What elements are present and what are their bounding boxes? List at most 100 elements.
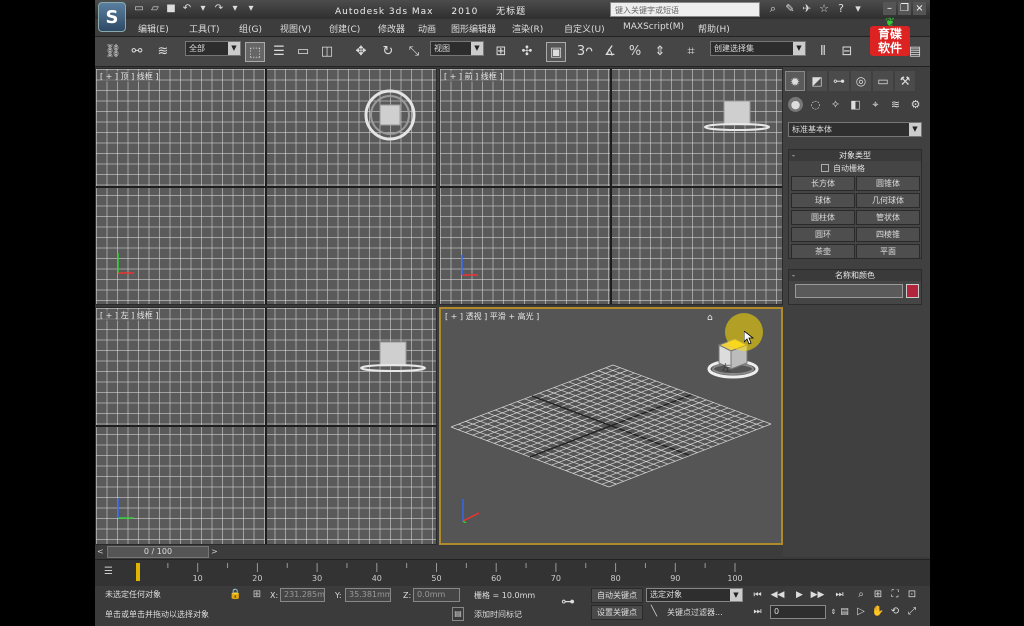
lights-icon[interactable]: ✧ bbox=[828, 97, 843, 112]
geometry-icon[interactable]: ● bbox=[788, 97, 803, 112]
play-icon[interactable]: ▶ bbox=[792, 588, 807, 602]
previous-frame-icon[interactable]: ◀◀ bbox=[770, 588, 785, 602]
new-file-icon[interactable]: ▭ bbox=[133, 3, 145, 15]
menu-maxscript[interactable]: MAXScript(M) bbox=[623, 22, 684, 32]
go-to-start-icon[interactable]: ⏮ bbox=[750, 588, 765, 602]
minimize-icon[interactable]: – bbox=[883, 2, 896, 15]
quick-access-menu-icon[interactable]: ▾ bbox=[245, 3, 257, 15]
viewport-left[interactable]: [ + ] 左 ] 线框 ] bbox=[95, 307, 437, 545]
pyramid-button[interactable]: 四棱锥 bbox=[856, 227, 920, 242]
object-type-header[interactable]: - 对象类型 bbox=[789, 150, 921, 161]
create-tab-icon[interactable]: ✹ bbox=[785, 71, 805, 91]
selection-set-dropdown[interactable]: 选定对象 ▼ bbox=[646, 588, 743, 602]
mirror-icon[interactable]: ⫴ bbox=[813, 42, 833, 62]
named-selection-dropdown[interactable]: 创建选择集 ▼ bbox=[710, 41, 806, 56]
menu-modifiers[interactable]: 修改器 bbox=[378, 22, 405, 35]
hierarchy-tab-icon[interactable]: ⊶ bbox=[829, 71, 849, 91]
subscription-icon[interactable]: ✎ bbox=[784, 2, 796, 16]
undo-dropdown-icon[interactable]: ▾ bbox=[197, 3, 209, 15]
menu-tools[interactable]: 工具(T) bbox=[189, 22, 220, 35]
x-coordinate-field[interactable]: 231.285mm bbox=[280, 588, 325, 602]
shapes-icon[interactable]: ◌ bbox=[808, 97, 823, 112]
object-name-input[interactable] bbox=[795, 284, 903, 298]
app-logo-button[interactable]: S bbox=[98, 2, 126, 32]
snaps-toggle-icon[interactable]: 3ᴖ bbox=[575, 42, 595, 62]
bind-space-warp-icon[interactable]: ≋ bbox=[153, 42, 173, 62]
reference-coord-dropdown[interactable]: 视图 ▼ bbox=[430, 41, 484, 56]
viewport-front-label[interactable]: [ + ] 前 ] 线框 ] bbox=[444, 71, 503, 82]
menu-create[interactable]: 创建(C) bbox=[329, 22, 360, 35]
viewport-top[interactable]: [ + ] 顶 ] 线框 ] bbox=[95, 68, 437, 305]
motion-tab-icon[interactable]: ◎ bbox=[851, 71, 871, 91]
pivot-center-icon[interactable]: ⊞ bbox=[491, 42, 511, 62]
plane-button[interactable]: 平面 bbox=[856, 244, 920, 259]
viewport-left-label[interactable]: [ + ] 左 ] 线框 ] bbox=[100, 310, 159, 321]
angle-snap-icon[interactable]: ∡ bbox=[600, 42, 620, 62]
redo-dropdown-icon[interactable]: ▾ bbox=[229, 3, 241, 15]
move-icon[interactable]: ✥ bbox=[351, 42, 371, 62]
menu-group[interactable]: 组(G) bbox=[239, 22, 262, 35]
undo-icon[interactable]: ↶ bbox=[181, 3, 193, 15]
viewport-top-label[interactable]: [ + ] 顶 ] 线框 ] bbox=[100, 71, 159, 82]
next-frame-icon[interactable]: ▶▶ bbox=[810, 588, 825, 602]
selection-filter-dropdown[interactable]: 全部 ▼ bbox=[185, 41, 241, 56]
zoom-icon[interactable]: ⌕ bbox=[854, 588, 868, 602]
zoom-extents-all-icon[interactable]: ⊡ bbox=[905, 588, 919, 602]
y-coordinate-field[interactable]: 35.381mm bbox=[345, 588, 391, 602]
menu-help[interactable]: 帮助(H) bbox=[698, 22, 730, 35]
select-manipulate-icon[interactable]: ✣ bbox=[517, 42, 537, 62]
spinner-snap-icon[interactable]: ⇕ bbox=[650, 42, 670, 62]
maximize-viewport-icon[interactable]: ⤢ bbox=[905, 605, 919, 619]
auto-key-button[interactable]: 自动关键点 bbox=[591, 588, 643, 603]
window-crossing-icon[interactable]: ◫ bbox=[317, 42, 337, 62]
edit-named-selection-icon[interactable]: ⌗ bbox=[681, 42, 701, 62]
space-warps-icon[interactable]: ≋ bbox=[888, 97, 903, 112]
go-to-end-icon[interactable]: ⏭ bbox=[832, 588, 847, 602]
menu-graph-editors[interactable]: 图形编辑器 bbox=[451, 22, 496, 35]
menu-rendering[interactable]: 渲染(R) bbox=[512, 22, 543, 35]
time-tag-icon[interactable]: ▤ bbox=[452, 607, 464, 621]
teapot-button[interactable]: 茶壶 bbox=[791, 244, 855, 259]
select-and-link-icon[interactable]: ⛓ bbox=[103, 42, 123, 62]
save-icon[interactable]: ■ bbox=[165, 3, 177, 15]
help-dropdown-icon[interactable]: ▾ bbox=[852, 2, 864, 16]
menu-customize[interactable]: 自定义(U) bbox=[564, 22, 605, 35]
time-slider-prev[interactable]: < bbox=[97, 547, 105, 557]
pan-icon[interactable]: ✋ bbox=[871, 605, 885, 619]
modify-tab-icon[interactable]: ◩ bbox=[807, 71, 827, 91]
current-frame-marker[interactable] bbox=[136, 563, 140, 581]
cameras-icon[interactable]: ◧ bbox=[848, 97, 863, 112]
select-by-name-icon[interactable]: ☰ bbox=[269, 42, 289, 62]
align-icon[interactable]: ⊟ bbox=[837, 42, 857, 62]
redo-icon[interactable]: ↷ bbox=[213, 3, 225, 15]
geosphere-button[interactable]: 几何球体 bbox=[856, 193, 920, 208]
select-object-icon[interactable]: ⬚ bbox=[245, 42, 265, 62]
key-mode-icon[interactable]: ⏭ bbox=[750, 605, 765, 619]
scale-icon[interactable]: ⤡ bbox=[404, 42, 424, 62]
rotate-icon[interactable]: ↻ bbox=[378, 42, 398, 62]
menu-animation[interactable]: 动画 bbox=[418, 22, 436, 35]
menu-views[interactable]: 视图(V) bbox=[280, 22, 311, 35]
time-slider-next[interactable]: > bbox=[211, 547, 219, 557]
cone-button[interactable]: 圆锥体 bbox=[856, 176, 920, 191]
helpers-icon[interactable]: ⌖ bbox=[868, 97, 883, 112]
time-slider-thumb[interactable]: 0 / 100 bbox=[107, 546, 209, 558]
tube-button[interactable]: 管状体 bbox=[856, 210, 920, 225]
menu-edit[interactable]: 编辑(E) bbox=[138, 22, 169, 35]
rectangular-selection-icon[interactable]: ▭ bbox=[293, 42, 313, 62]
time-slider[interactable]: < 0 / 100 > bbox=[95, 545, 783, 559]
field-of-view-icon[interactable]: ▷ bbox=[854, 605, 868, 619]
communication-icon[interactable]: ✈ bbox=[801, 2, 813, 16]
binoculars-icon[interactable]: ⌕ bbox=[767, 2, 779, 16]
zoom-all-icon[interactable]: ⊞ bbox=[871, 588, 885, 602]
keyboard-shortcut-override-icon[interactable]: ▣ bbox=[546, 42, 566, 62]
open-file-icon[interactable]: ▱ bbox=[149, 3, 161, 15]
time-config-icon[interactable]: ▤ bbox=[837, 605, 852, 619]
mini-curve-editor-icon[interactable]: ☰ bbox=[104, 565, 120, 579]
zoom-extents-icon[interactable]: ⛶ bbox=[888, 588, 902, 602]
set-key-button[interactable]: 设置关键点 bbox=[591, 605, 643, 620]
geometry-category-dropdown[interactable]: 标准基本体 ▼ bbox=[788, 122, 922, 137]
key-filters-button[interactable]: 关键点过滤器... bbox=[667, 607, 723, 618]
home-icon[interactable]: ⌂ bbox=[707, 313, 713, 323]
add-time-tag[interactable]: 添加时间标记 bbox=[474, 609, 522, 620]
